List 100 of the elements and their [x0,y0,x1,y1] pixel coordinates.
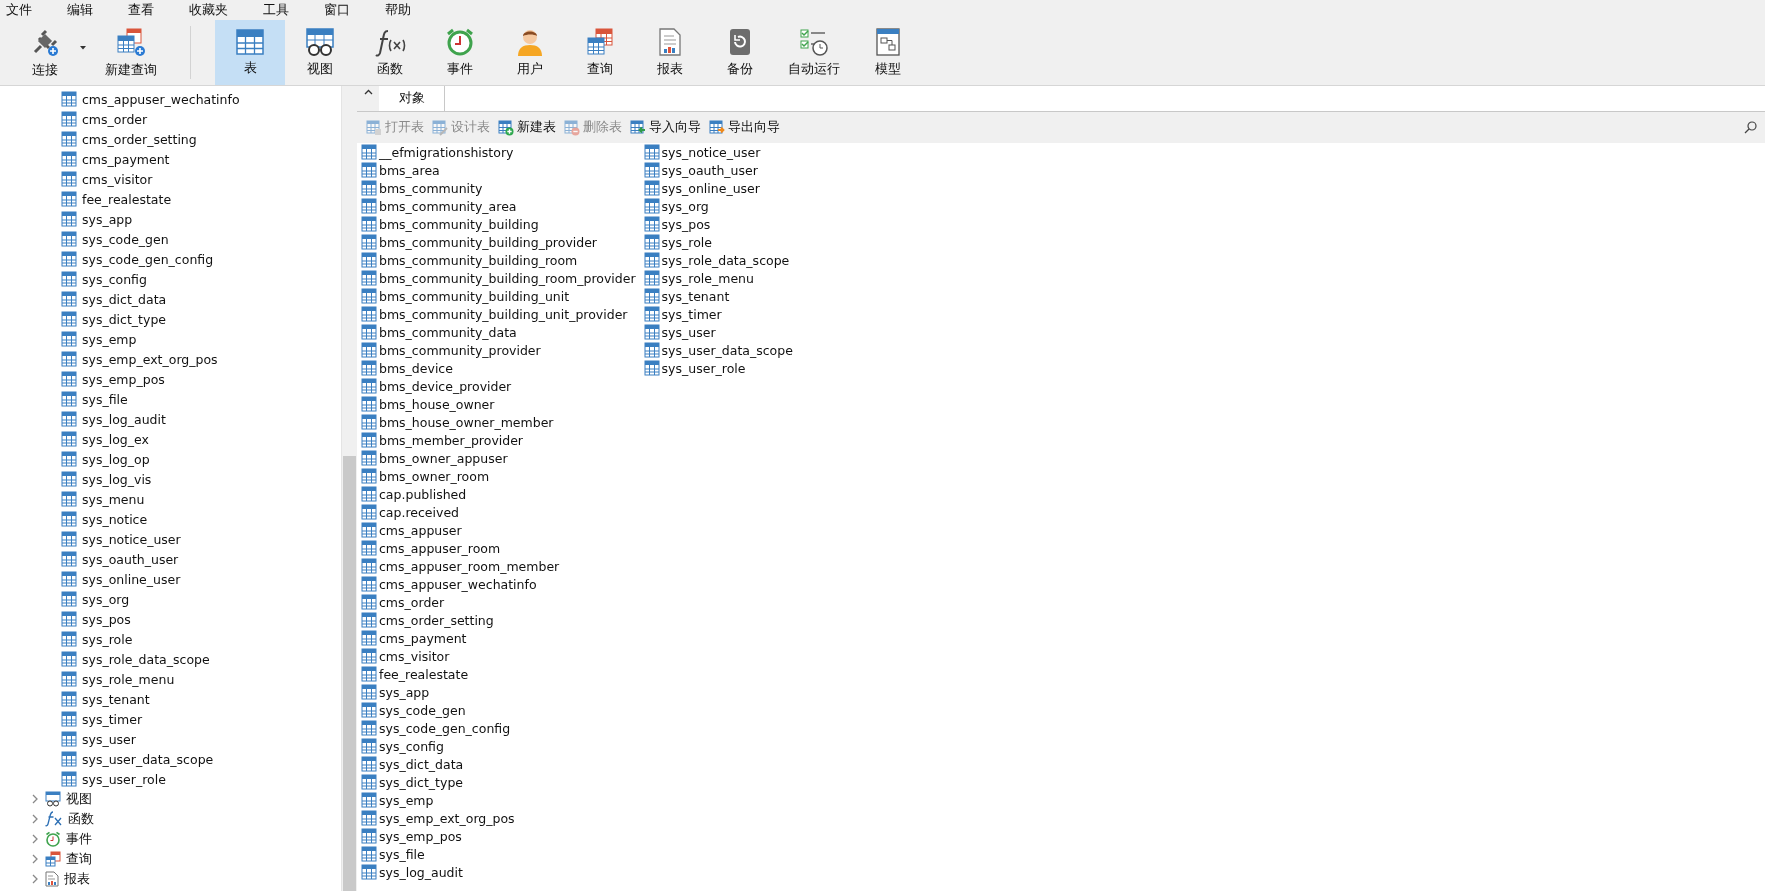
table-item[interactable]: cms_visitor [361,647,636,665]
tree-item[interactable]: sys_emp [0,329,341,349]
tree-item[interactable]: sys_oauth_user [0,549,341,569]
table-item[interactable]: __efmigrationshistory [361,143,636,161]
table-item[interactable]: sys_notice_user [643,143,901,161]
table-item[interactable]: bms_member_provider [361,431,636,449]
tree-item[interactable]: sys_timer [0,709,341,729]
toolbar-button[interactable]: 查询 [565,20,635,85]
menu-item[interactable]: 查看 [128,1,167,19]
table-item[interactable]: sys_code_gen [361,701,636,719]
table-item[interactable]: bms_device_provider [361,377,636,395]
tree-item[interactable]: sys_emp_ext_org_pos [0,349,341,369]
tree-item[interactable]: fee_realestate [0,189,341,209]
tree-item[interactable]: sys_log_vis [0,469,341,489]
toolbar-button[interactable]: 报表 [635,20,705,85]
chevron-right-icon[interactable] [30,813,40,825]
scrollbar[interactable] [341,86,357,891]
table-item[interactable]: cms_appuser [361,521,636,539]
tree-item[interactable]: 函数 [0,809,341,829]
table-item[interactable]: sys_role_data_scope [643,251,901,269]
tree-item[interactable]: sys_role_menu [0,669,341,689]
table-item[interactable]: sys_emp [361,791,636,809]
tree-item[interactable]: sys_emp_pos [0,369,341,389]
table-item[interactable]: sys_file [361,845,636,863]
tree-item[interactable]: 报表 [0,869,341,889]
tree-item[interactable]: sys_user [0,729,341,749]
menu-item[interactable]: 帮助 [385,1,424,19]
toolbar-button[interactable]: 新建查询 [92,20,170,85]
table-item[interactable]: bms_community_area [361,197,636,215]
table-item[interactable]: sys_pos [643,215,901,233]
menu-item[interactable]: 文件 [6,1,45,19]
toolbar-button[interactable]: 导出向导 [706,117,783,138]
tree-item[interactable]: 查询 [0,849,341,869]
toolbar-button[interactable]: 自动运行 [775,20,853,85]
table-item[interactable]: cms_payment [361,629,636,647]
toolbar-button[interactable]: 表 [215,20,285,85]
tree-item[interactable]: sys_file [0,389,341,409]
table-item[interactable]: sys_emp_ext_org_pos [361,809,636,827]
table-item[interactable]: sys_role [643,233,901,251]
menu-item[interactable]: 收藏夹 [189,1,241,19]
toolbar-button[interactable]: 事件 [425,20,495,85]
table-item[interactable]: bms_device [361,359,636,377]
table-item[interactable]: sys_online_user [643,179,901,197]
tree-item[interactable]: sys_user_data_scope [0,749,341,769]
tree-item[interactable]: sys_notice [0,509,341,529]
table-item[interactable]: bms_owner_appuser [361,449,636,467]
menu-item[interactable]: 窗口 [324,1,363,19]
table-item[interactable]: bms_community_building_room_provider [361,269,636,287]
tree-item[interactable]: cms_order_setting [0,129,341,149]
table-item[interactable]: fee_realestate [361,665,636,683]
table-item[interactable]: sys_role_menu [643,269,901,287]
tree-item[interactable]: 视图 [0,789,341,809]
tree-item[interactable]: sys_log_audit [0,409,341,429]
table-item[interactable]: cms_appuser_wechatinfo [361,575,636,593]
table-item[interactable]: bms_community [361,179,636,197]
tree-item[interactable]: sys_online_user [0,569,341,589]
table-item[interactable]: sys_log_audit [361,863,636,881]
table-item[interactable]: bms_house_owner [361,395,636,413]
tree-item[interactable]: sys_dict_type [0,309,341,329]
tree-item[interactable]: cms_payment [0,149,341,169]
collapse-button[interactable] [357,86,379,111]
table-item[interactable]: sys_dict_data [361,755,636,773]
tree-item[interactable]: sys_code_gen_config [0,249,341,269]
table-item[interactable]: cms_appuser_room [361,539,636,557]
tree-item[interactable]: sys_role [0,629,341,649]
tree-item[interactable]: 事件 [0,829,341,849]
toolbar-button[interactable]: 连接 [10,20,80,85]
tree-item[interactable]: sys_pos [0,609,341,629]
table-item[interactable]: sys_timer [643,305,901,323]
chevron-right-icon[interactable] [30,833,40,845]
table-item[interactable]: sys_config [361,737,636,755]
toolbar-button[interactable]: 新建表 [495,117,559,138]
toolbar-button[interactable]: 视图 [285,20,355,85]
table-item[interactable]: bms_community_building_provider [361,233,636,251]
table-item[interactable]: bms_community_building_room [361,251,636,269]
table-item[interactable]: bms_community_building [361,215,636,233]
table-item[interactable]: sys_user_data_scope [643,341,901,359]
tree-item[interactable]: sys_log_op [0,449,341,469]
table-item[interactable]: bms_owner_room [361,467,636,485]
tree-item[interactable]: cms_visitor [0,169,341,189]
tree-item[interactable]: sys_user_role [0,769,341,789]
table-item[interactable]: bms_area [361,161,636,179]
toolbar-button[interactable]: 用户 [495,20,565,85]
tree-item[interactable]: sys_org [0,589,341,609]
table-item[interactable]: bms_community_building_unit_provider [361,305,636,323]
table-item[interactable]: bms_house_owner_member [361,413,636,431]
tree-item[interactable]: sys_log_ex [0,429,341,449]
chevron-right-icon[interactable] [30,793,40,805]
tree-item[interactable]: sys_code_gen [0,229,341,249]
toolbar-button[interactable]: 模型 [853,20,923,85]
table-item[interactable]: sys_emp_pos [361,827,636,845]
table-item[interactable]: sys_oauth_user [643,161,901,179]
table-item[interactable]: bms_community_data [361,323,636,341]
table-item[interactable]: bms_community_building_unit [361,287,636,305]
tree-item[interactable]: sys_notice_user [0,529,341,549]
tree-item[interactable]: sys_app [0,209,341,229]
table-item[interactable]: sys_app [361,683,636,701]
table-item[interactable]: cms_appuser_room_member [361,557,636,575]
chevron-right-icon[interactable] [30,853,40,865]
table-item[interactable]: cms_order [361,593,636,611]
